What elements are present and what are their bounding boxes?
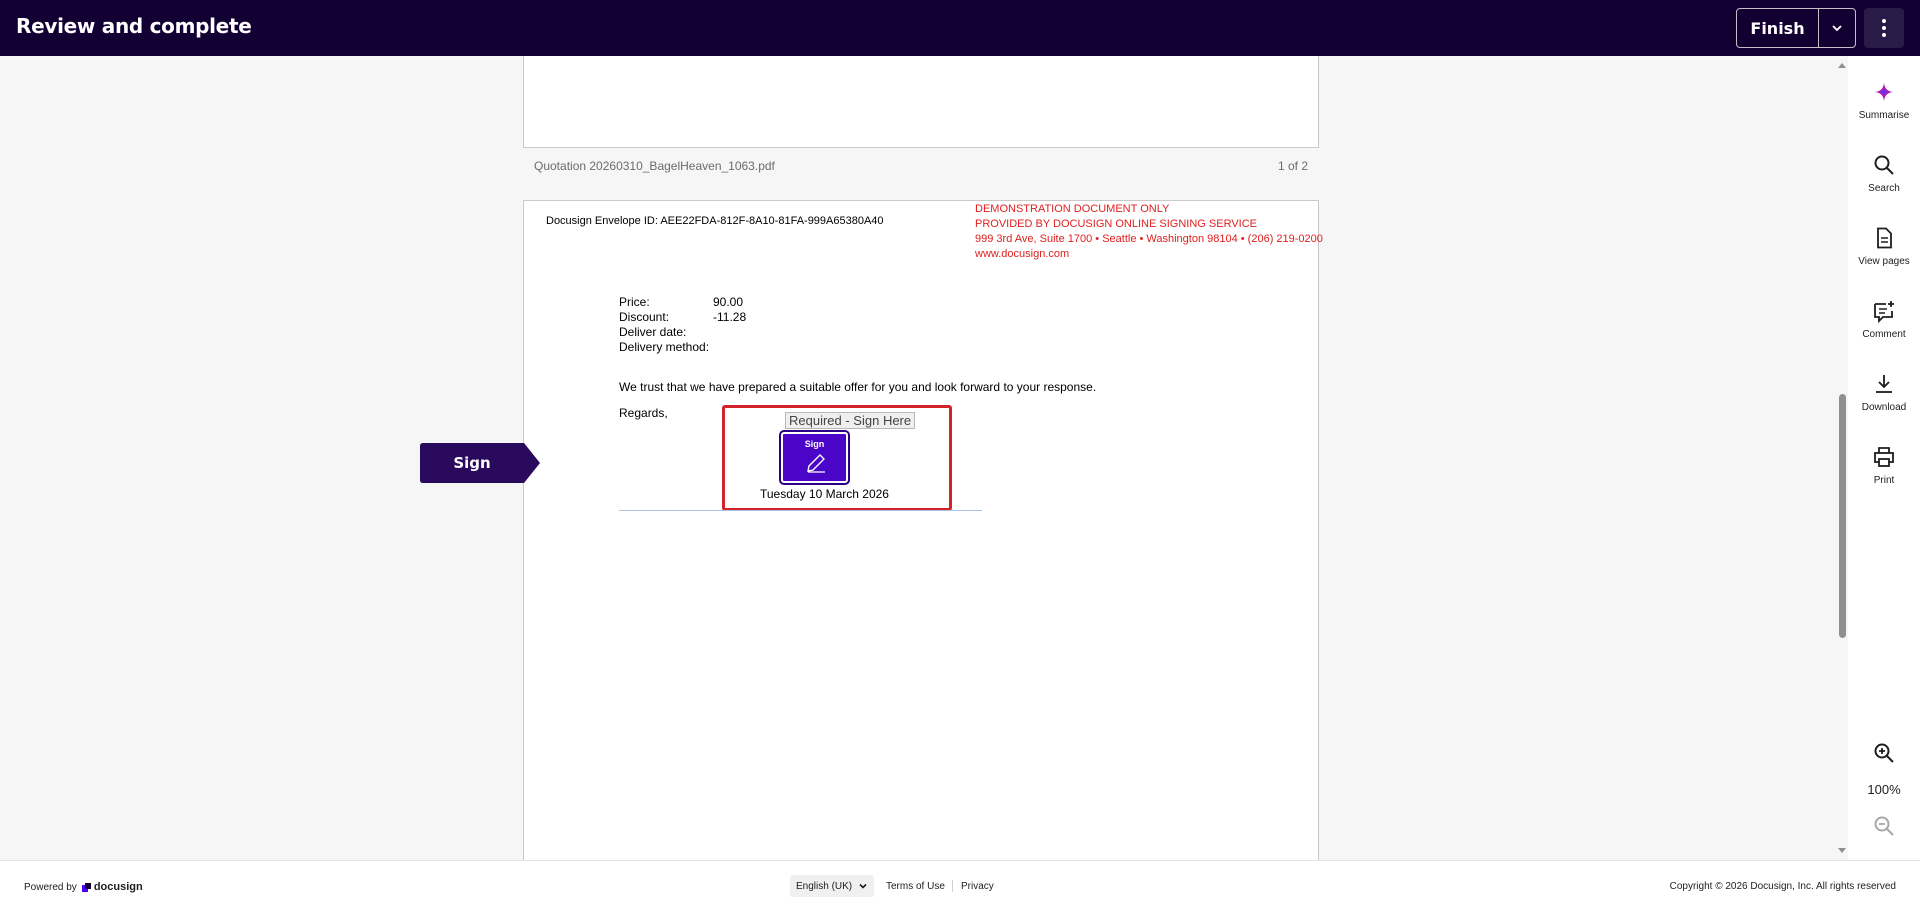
chevron-down-icon	[1832, 25, 1842, 32]
document-file-name: Quotation 20260310_BagelHeaven_1063.pdf	[534, 159, 775, 173]
discount-value: -11.28	[713, 310, 747, 324]
document-icon	[1877, 227, 1892, 249]
zoom-level: 100%	[1867, 782, 1901, 797]
privacy-link[interactable]: Privacy	[961, 881, 994, 892]
offer-text: We trust that we have prepared a suitabl…	[619, 380, 1097, 394]
copyright-text: Copyright © 2026 Docusign, Inc. All righ…	[1669, 881, 1896, 892]
scroll-thumb[interactable]	[1839, 394, 1846, 638]
signature-line	[619, 510, 982, 511]
chevron-down-icon	[859, 883, 867, 889]
summarise-button[interactable]: Summarise	[1848, 80, 1920, 121]
docusign-logo-icon	[81, 882, 91, 892]
zoom-out-icon	[1874, 816, 1894, 836]
download-icon	[1876, 375, 1892, 393]
more-options-button[interactable]	[1864, 8, 1904, 48]
document-scrollbar[interactable]	[1836, 56, 1848, 860]
demo-line: www.docusign.com	[975, 248, 1070, 260]
finish-button[interactable]: Finish	[1737, 9, 1819, 47]
required-sign-here-tag: Required - Sign Here	[785, 412, 916, 429]
search-icon	[1874, 155, 1894, 175]
finish-options-button[interactable]	[1819, 9, 1855, 47]
search-label: Search	[1868, 183, 1900, 194]
scroll-up-icon[interactable]	[1836, 60, 1848, 70]
zoom-in-button[interactable]	[1848, 741, 1920, 765]
comment-button[interactable]: Comment	[1848, 299, 1920, 340]
sparkle-icon	[1875, 83, 1893, 101]
docusign-brand: docusign	[93, 881, 143, 893]
page-count: 1 of 2	[1277, 159, 1308, 173]
view-pages-label: View pages	[1858, 256, 1910, 267]
language-selector[interactable]: English (UK)	[790, 875, 875, 897]
demo-line: 999 3rd Ave, Suite 1700 • Seattle • Wash…	[975, 233, 1323, 245]
comment-add-icon	[1874, 301, 1894, 323]
sign-tag-label: Sign	[453, 454, 491, 472]
sign-navigation-tag[interactable]: Sign	[420, 443, 540, 483]
powered-by-label: Powered by	[24, 881, 77, 893]
download-button[interactable]: Download	[1848, 372, 1920, 413]
view-pages-button[interactable]: View pages	[1848, 226, 1920, 267]
summarise-label: Summarise	[1858, 110, 1910, 121]
envelope-id: Docusign Envelope ID: AEE22FDA-812F-8A10…	[546, 215, 884, 227]
price-label: Price:	[619, 295, 650, 309]
document-page-1	[523, 56, 1319, 148]
download-label: Download	[1861, 402, 1907, 413]
top-bar: Review and complete Finish	[0, 0, 1920, 56]
sign-field-label: Sign	[804, 439, 825, 449]
pen-icon	[807, 454, 825, 473]
more-vertical-icon	[1882, 19, 1886, 37]
deliver-date-label: Deliver date:	[619, 325, 687, 339]
demo-watermark: DEMONSTRATION DOCUMENT ONLY PROVIDED BY …	[975, 202, 1323, 262]
finish-button-group: Finish	[1736, 8, 1856, 48]
zoom-in-icon	[1874, 743, 1894, 763]
demo-line: DEMONSTRATION DOCUMENT ONLY	[975, 203, 1170, 215]
print-label: Print	[1873, 475, 1895, 486]
terms-of-use-link[interactable]: Terms of Use	[886, 881, 945, 892]
comment-label: Comment	[1862, 329, 1906, 340]
page-title: Review and complete	[16, 14, 252, 38]
delivery-method-label: Delivery method:	[619, 340, 710, 354]
footer: Powered by docusign English (UK) Terms o…	[0, 860, 1920, 911]
footer-divider	[952, 880, 953, 892]
powered-by: Powered by docusign	[24, 881, 143, 893]
scroll-down-icon[interactable]	[1836, 846, 1848, 856]
demo-line: PROVIDED BY DOCUSIGN ONLINE SIGNING SERV…	[975, 218, 1257, 230]
print-button[interactable]: Print	[1848, 445, 1920, 486]
search-button[interactable]: Search	[1848, 153, 1920, 194]
regards-text: Regards,	[619, 406, 668, 420]
discount-label: Discount:	[619, 310, 670, 324]
sign-here-field[interactable]: Sign	[779, 430, 850, 485]
signature-date: Tuesday 10 March 2026	[760, 487, 889, 501]
language-label: English (UK)	[796, 880, 853, 892]
print-icon	[1874, 447, 1894, 467]
price-value: 90.00	[713, 295, 744, 309]
zoom-out-button[interactable]	[1848, 814, 1920, 838]
